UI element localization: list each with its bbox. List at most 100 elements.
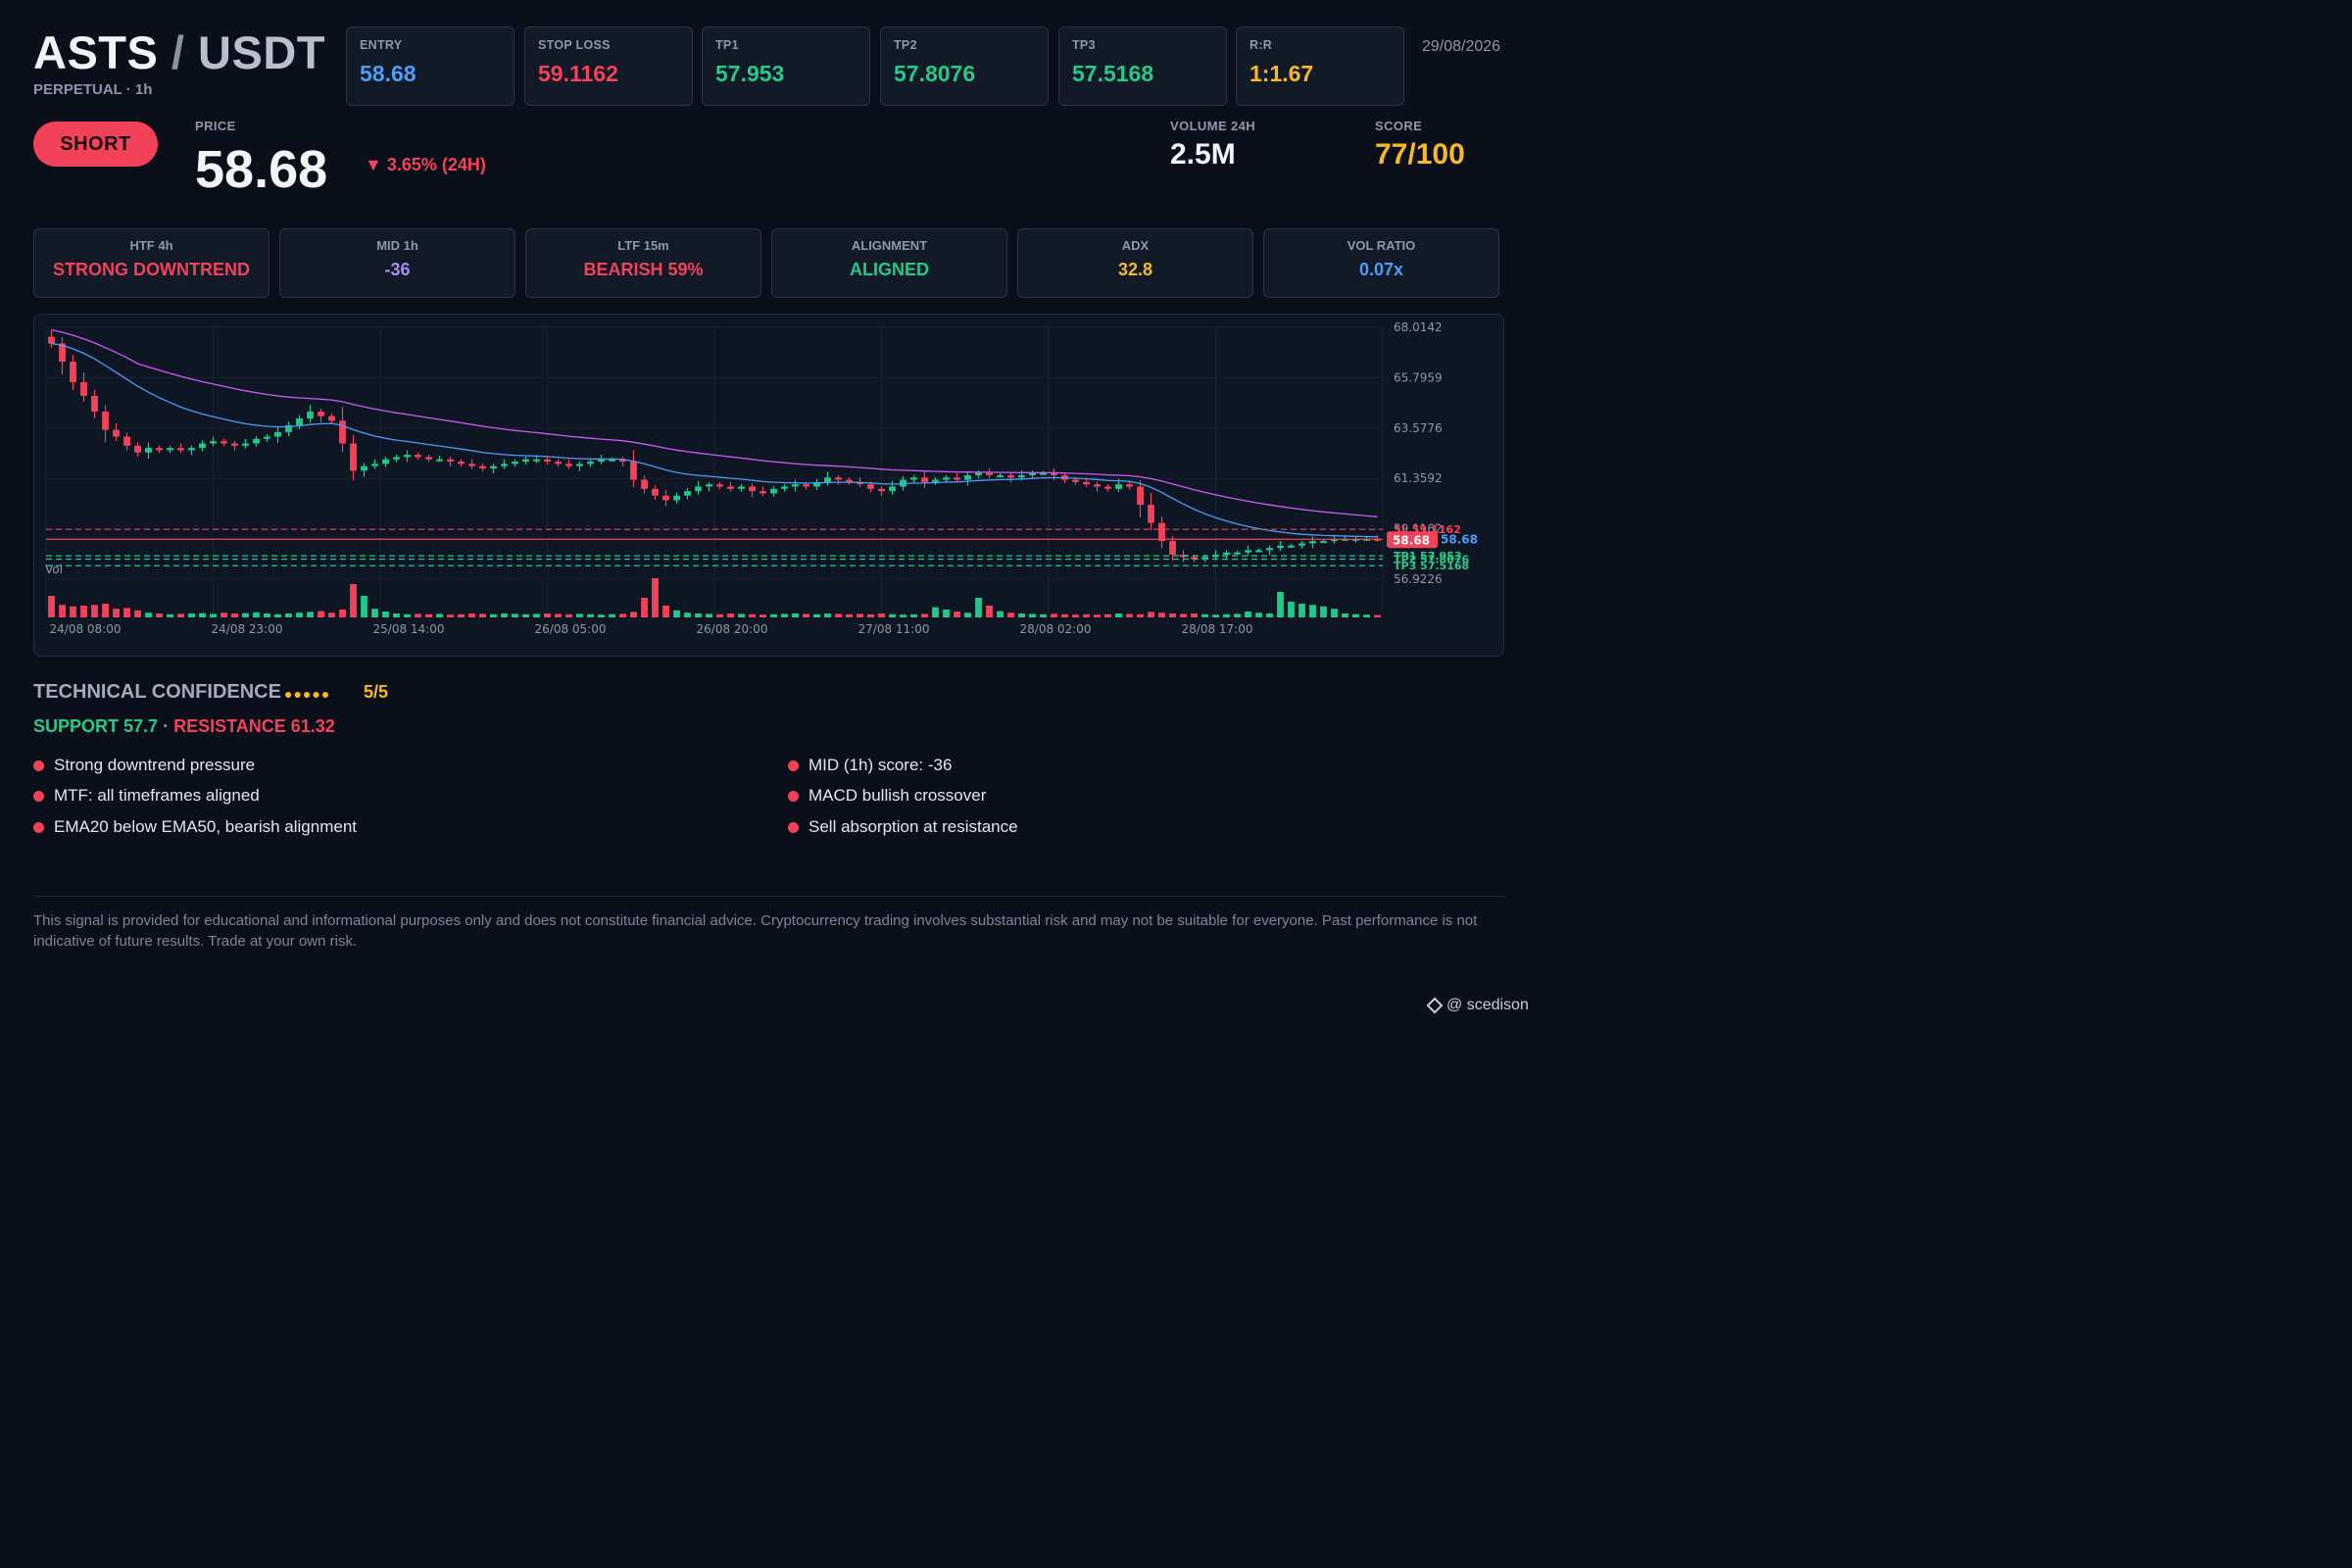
candle-body [533,459,540,462]
candle-body [404,455,411,458]
candle-body [123,436,130,446]
symbol-title: ASTS / USDT [33,25,325,79]
volume-bar [80,606,87,617]
volume-bar [501,613,508,617]
volume-bar [1104,613,1111,617]
candle-body [1029,472,1036,475]
candle-body [835,477,842,480]
volume-bar [533,613,540,617]
candle-body [716,484,723,487]
mtf-label: MID 1h [376,238,418,253]
candle-body [803,484,809,487]
level-card-entry: ENTRY 58.68 [346,26,514,106]
volume-bar [1018,613,1025,617]
volume-bar [857,613,863,617]
volume-bar [986,606,993,617]
candle-body [986,472,993,475]
volume-bar [1374,614,1381,617]
disclaimer-text: This signal is provided for educational … [33,912,1478,950]
level-card-tp3: TP3 57.5168 [1058,26,1227,106]
candle-body [328,416,335,421]
candle-body [1169,541,1176,556]
reason-item: Strong downtrend pressure [33,756,255,775]
candle-body [134,445,141,453]
candle-body [760,491,766,494]
bullet-dot-icon [788,760,799,771]
volume-bar [1245,612,1251,617]
volume-bar [415,613,421,617]
level-label: STOP LOSS [538,38,611,52]
volume-bar [1255,612,1262,617]
candle-body [792,484,799,487]
candle-body [307,412,314,419]
candle-body [264,436,270,439]
volume-bar [792,613,799,617]
volume-bar [48,596,55,617]
direction-badge: SHORT [33,122,158,167]
volume-label: VOLUME 24H [1170,119,1256,133]
candle-body [910,477,917,480]
mtf-value: 32.8 [1117,260,1153,279]
candle-body [1223,552,1230,556]
candle-body [156,448,163,451]
candle-body [220,441,227,444]
volume-bar [145,612,152,617]
candle-body [145,448,152,453]
candle-body [706,484,712,487]
volume-bar [1212,614,1219,617]
level-label: TP2 [894,38,917,52]
candle-body [1288,545,1295,548]
volume-bar [921,613,928,617]
mtf-card-adx: ADX 32.8 [1017,228,1253,298]
candle-body [1104,486,1111,489]
volume-bar [70,606,76,617]
volume-bar [673,610,680,617]
y-tick-label: 68.0142 [1394,320,1443,334]
symbol-base: ASTS [33,26,159,78]
candle-body [867,484,874,489]
volume-value: 2.5M [1170,138,1236,171]
candle-body [361,466,368,471]
candle-body [770,488,777,494]
candle-body [727,486,734,489]
candle-body [824,477,831,482]
volume-bar [706,613,712,617]
volume-bar [878,613,885,617]
candle-body [738,486,745,489]
reason-item: MACD bullish crossover [788,786,986,806]
price-chart-svg: 68.014265.795963.577661.359259.116256.92… [45,320,1478,636]
bullet-dot-icon [788,821,799,833]
candle-body [1266,548,1273,551]
volume-bar [1309,605,1316,617]
candle-body [102,412,109,430]
volume-bar [188,613,195,617]
volume-bar [458,613,465,617]
volume-bar [242,612,249,617]
volume-bar [296,612,303,617]
volume-bar [652,578,659,617]
reason-text: Strong downtrend pressure [54,756,256,774]
candle-body [113,429,120,437]
candle-body [889,486,896,492]
reason-text: EMA20 below EMA50, bearish alignment [54,817,357,836]
candle-body [48,336,55,344]
mtf-value: STRONG DOWNTREND [53,260,250,279]
candle-body [371,464,378,466]
candle-body [458,462,465,465]
volume-bar [156,613,163,617]
volume-bar [1342,613,1348,617]
candle-body [598,459,605,463]
confidence-score: 5/5 [364,682,389,702]
level-value: 59.1162 [538,61,618,86]
volume-bar [846,613,853,617]
volume-bar [587,613,594,617]
candle-body [749,486,756,492]
reason-item: MTF: all timeframes aligned [33,786,260,806]
level-label: ENTRY [360,38,403,52]
candle-body [415,455,421,458]
symbol-quote: USDT [198,26,325,78]
volume-bar [803,613,809,617]
candle-body [339,420,346,444]
volume-bar [102,604,109,617]
price-chart[interactable]: 68.0142 65.7959 63.5776 61.3592 59.1162 56.92… [33,314,1504,657]
